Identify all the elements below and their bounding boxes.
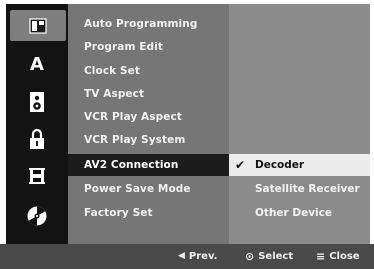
category-rail: A — [6, 4, 68, 244]
option-label: Satellite Receiver — [255, 183, 360, 195]
return-icon: ≡ — [316, 250, 326, 263]
prev-hint[interactable]: ◀ Prev. — [178, 244, 217, 269]
menu-item-vcr-play-system[interactable]: VCR Play System — [68, 129, 229, 151]
setup-menu-screen: A Auto Programming Program Edit Clock Se… — [0, 0, 374, 269]
menu-item-auto-programming[interactable]: Auto Programming — [68, 13, 229, 35]
audio-icon — [30, 91, 44, 112]
prev-label: Prev. — [188, 251, 218, 262]
select-hint[interactable]: ⊙ Select — [245, 244, 293, 269]
rail-item-lock[interactable] — [6, 123, 68, 154]
rail-item-language[interactable]: A — [6, 49, 68, 80]
option-label: Decoder — [255, 159, 305, 171]
rail-item-audio[interactable] — [6, 86, 68, 117]
menu-item-vcr-play-aspect[interactable]: VCR Play Aspect — [68, 106, 229, 128]
disc-setup-icon — [29, 17, 47, 34]
footer-hint-bar: ◀ Prev. ⊙ Select ≡ Close — [0, 244, 374, 269]
rail-item-general[interactable] — [10, 10, 66, 41]
select-label: Select — [258, 251, 294, 262]
disc-icon — [27, 206, 47, 225]
language-icon: A — [30, 54, 44, 75]
option-label: Other Device — [255, 207, 333, 219]
checkmark-icon: ✔ — [235, 158, 246, 172]
option-decoder[interactable]: ✔ Decoder — [229, 154, 370, 176]
menu-item-tv-aspect[interactable]: TV Aspect — [68, 83, 229, 105]
rail-item-recording[interactable] — [6, 160, 68, 191]
option-satellite-receiver[interactable]: Satellite Receiver — [229, 178, 370, 200]
menu-item-clock-set[interactable]: Clock Set — [68, 60, 229, 82]
menu-item-power-save-mode[interactable]: Power Save Mode — [68, 178, 229, 200]
av2-connection-options: ✔ Decoder Satellite Receiver Other Devic… — [229, 4, 370, 244]
lock-icon — [30, 128, 44, 149]
left-arrow-icon: ◀ — [178, 251, 185, 261]
rail-item-disc[interactable] — [6, 200, 68, 231]
menu-item-factory-set[interactable]: Factory Set — [68, 202, 229, 224]
setup-menu-list: Auto Programming Program Edit Clock Set … — [68, 4, 229, 244]
option-other-device[interactable]: Other Device — [229, 202, 370, 224]
close-hint[interactable]: ≡ Close — [316, 244, 360, 269]
select-button-icon: ⊙ — [245, 250, 255, 263]
recording-icon — [29, 167, 45, 184]
menu-item-program-edit[interactable]: Program Edit — [68, 36, 229, 58]
close-label: Close — [329, 251, 360, 262]
menu-item-av2-connection[interactable]: AV2 Connection — [68, 154, 229, 176]
